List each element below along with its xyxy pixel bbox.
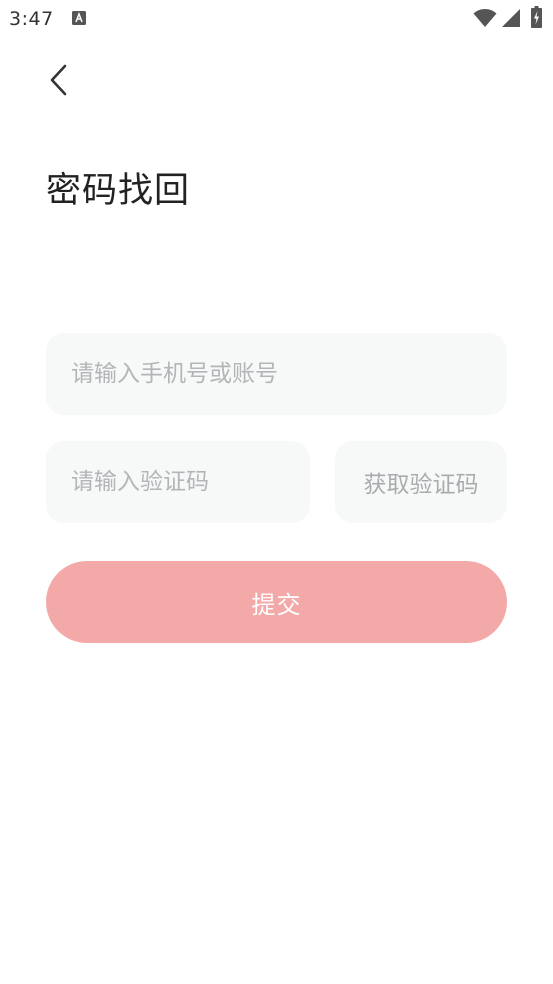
chevron-left-icon (50, 64, 67, 96)
battery-charging-icon (531, 6, 542, 28)
account-input[interactable] (46, 333, 507, 415)
cell-signal-icon (502, 9, 520, 27)
back-button[interactable] (38, 56, 82, 104)
account-field-container (46, 333, 507, 415)
status-time: 3:47 (9, 8, 54, 30)
a-notification-icon (72, 11, 86, 25)
page-title: 密码找回 (46, 171, 191, 211)
submit-button[interactable]: 提交 (46, 561, 507, 643)
status-bar: 3:47 (0, 0, 553, 40)
code-field-container (46, 441, 310, 523)
verification-code-input[interactable] (46, 441, 310, 523)
get-code-button[interactable]: 获取验证码 (335, 441, 507, 523)
wifi-icon (473, 9, 497, 27)
